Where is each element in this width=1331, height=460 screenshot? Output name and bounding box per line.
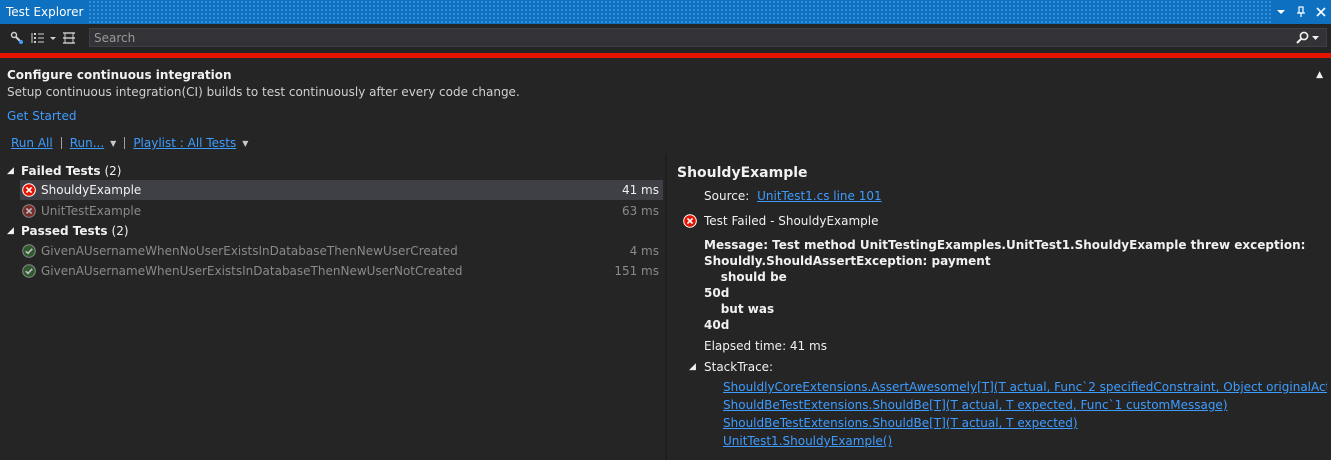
collapse-icon[interactable]: ▲ xyxy=(1316,70,1323,80)
run-bar: Run All Run... ▼ Playlist : All Tests ▼ xyxy=(11,136,248,150)
test-name: ShouldyExample xyxy=(41,183,142,197)
window-title: Test Explorer xyxy=(0,0,90,24)
group-name: Failed Tests xyxy=(21,164,101,178)
get-started-link[interactable]: Get Started xyxy=(7,109,77,123)
title-bar: Test Explorer xyxy=(0,0,1331,24)
close-icon[interactable] xyxy=(1313,4,1329,20)
pin-icon[interactable] xyxy=(1293,4,1309,20)
separator xyxy=(124,137,126,149)
expand-triangle-icon[interactable]: ◢ xyxy=(7,226,21,236)
failed-icon xyxy=(683,214,697,228)
detail-status: Test Failed - ShouldyExample xyxy=(683,214,879,228)
group-count: (2) xyxy=(111,224,129,238)
ci-banner: Configure continuous integration Setup c… xyxy=(7,68,1325,123)
group-name: Passed Tests xyxy=(21,224,108,238)
message-line: 40d xyxy=(704,318,730,332)
elapsed-time: Elapsed time: 41 ms xyxy=(704,339,827,353)
expand-triangle-icon[interactable]: ◢ xyxy=(689,362,704,372)
failed-icon xyxy=(22,204,36,218)
stack-frame-link[interactable]: ShouldBeTestExtensions.ShouldBe[T](T act… xyxy=(723,416,1078,430)
test-duration: 63 ms xyxy=(621,204,659,218)
test-name: GivenAUsernameWhenUserExistsInDatabaseTh… xyxy=(41,264,463,278)
ci-description: Setup continuous integration(CI) builds … xyxy=(7,85,520,99)
link-tests-icon[interactable] xyxy=(9,28,25,48)
chevron-down-icon[interactable]: ▼ xyxy=(242,139,248,148)
separator xyxy=(60,137,62,149)
chevron-down-icon[interactable] xyxy=(1312,35,1320,41)
test-row[interactable]: GivenAUsernameWhenNoUserExistsInDatabase… xyxy=(20,241,663,261)
detail-title: ShouldyExample xyxy=(677,165,808,181)
group-count: (2) xyxy=(104,164,122,178)
passed-icon xyxy=(22,244,36,258)
test-duration: 41 ms xyxy=(621,183,659,197)
message-line: Shouldly.ShouldAssertException: payment xyxy=(704,254,991,268)
stack-frame-link[interactable]: ShouldlyCoreExtensions.AssertAwesomely[T… xyxy=(723,380,1327,394)
toolbar xyxy=(0,26,1331,50)
test-row[interactable]: ShouldyExample 41 ms xyxy=(20,180,663,200)
test-name: GivenAUsernameWhenNoUserExistsInDatabase… xyxy=(41,244,458,258)
test-row[interactable]: GivenAUsernameWhenUserExistsInDatabaseTh… xyxy=(20,261,663,281)
status-text: Test Failed - ShouldyExample xyxy=(704,214,879,228)
stack-frame-link[interactable]: ShouldBeTestExtensions.ShouldBe[T](T act… xyxy=(723,398,1228,412)
stacktrace-header[interactable]: ◢ StackTrace: xyxy=(689,360,773,374)
dropdown-icon[interactable] xyxy=(1273,4,1289,20)
group-passed-tests[interactable]: ◢ Passed Tests (2) xyxy=(7,221,129,241)
group-failed-tests[interactable]: ◢ Failed Tests (2) xyxy=(7,161,121,181)
chevron-down-icon[interactable]: ▼ xyxy=(110,139,116,148)
run-all-button[interactable]: Run All xyxy=(11,136,53,150)
test-list: ◢ Failed Tests (2) ShouldyExample 41 ms … xyxy=(0,158,665,460)
test-name: UnitTestExample xyxy=(41,204,142,218)
test-row[interactable]: UnitTestExample 63 ms xyxy=(20,201,663,221)
message-line: should be xyxy=(704,270,787,284)
playlist-icon[interactable] xyxy=(61,28,77,48)
detail-source: Source: UnitTest1.cs line 101 xyxy=(704,189,882,203)
passed-icon xyxy=(22,264,36,278)
search-input[interactable] xyxy=(90,28,1296,47)
message-line: 50d xyxy=(704,286,730,300)
playlist-dropdown[interactable]: Playlist : All Tests xyxy=(133,136,236,150)
pane-splitter[interactable] xyxy=(665,154,667,460)
message-line: but was xyxy=(704,302,775,316)
ci-title: Configure continuous integration xyxy=(7,68,232,82)
test-detail: ShouldyExample Source: UnitTest1.cs line… xyxy=(677,160,1327,460)
stack-frame-link[interactable]: UnitTest1.ShouldyExample() xyxy=(723,434,892,448)
group-by-icon[interactable] xyxy=(31,28,57,48)
test-duration: 151 ms xyxy=(614,264,659,278)
test-duration: 4 ms xyxy=(629,244,659,258)
search-options[interactable] xyxy=(1296,31,1326,44)
stack-frames: ShouldlyCoreExtensions.AssertAwesomely[T… xyxy=(723,378,1327,450)
failed-icon xyxy=(22,183,36,197)
search-box xyxy=(89,28,1327,47)
window-controls xyxy=(1271,0,1331,24)
message-line: Message: Test method UnitTestingExamples… xyxy=(704,238,1306,252)
expand-triangle-icon[interactable]: ◢ xyxy=(7,166,21,176)
test-status-bar xyxy=(0,53,1331,58)
source-label: Source: xyxy=(704,189,750,203)
error-message: Message: Test method UnitTestingExamples… xyxy=(704,237,1305,333)
run-dropdown[interactable]: Run... xyxy=(70,136,104,150)
search-icon[interactable] xyxy=(1296,31,1309,44)
source-link[interactable]: UnitTest1.cs line 101 xyxy=(757,189,882,203)
stacktrace-label: StackTrace: xyxy=(704,360,774,374)
